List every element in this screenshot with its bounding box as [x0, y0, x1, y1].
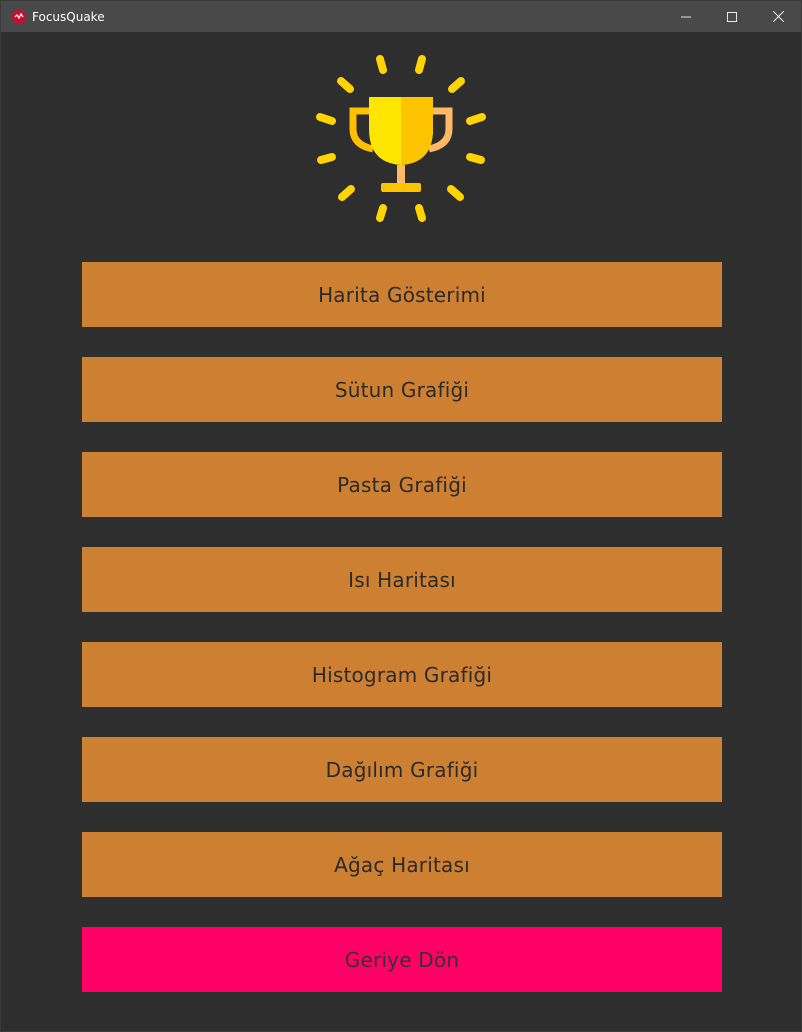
maximize-button[interactable]: [709, 1, 755, 32]
window-title: FocusQuake: [32, 9, 105, 24]
app-window: FocusQuake Harita Gösterimi Sütun Grafiğ…: [0, 0, 802, 1032]
app-icon: [12, 9, 26, 24]
trophy-icon: [316, 55, 486, 222]
map-view-button[interactable]: Harita Gösterimi: [82, 262, 722, 327]
minimize-button[interactable]: [663, 1, 709, 32]
pie-chart-button[interactable]: Pasta Grafiği: [82, 452, 722, 517]
histogram-button[interactable]: Histogram Grafiği: [82, 642, 722, 707]
heatmap-button[interactable]: Isı Haritası: [82, 547, 722, 612]
close-button[interactable]: [755, 1, 801, 32]
title-bar[interactable]: FocusQuake: [1, 1, 801, 32]
back-button[interactable]: Geriye Dön: [82, 927, 722, 992]
treemap-button[interactable]: Ağaç Haritası: [82, 832, 722, 897]
scatter-plot-button[interactable]: Dağılım Grafiği: [82, 737, 722, 802]
minimize-icon: [681, 16, 691, 17]
bar-chart-button[interactable]: Sütun Grafiği: [82, 357, 722, 422]
close-icon: [772, 11, 784, 22]
chart-menu: Harita Gösterimi Sütun Grafiği Pasta Gra…: [82, 262, 722, 1022]
maximize-icon: [727, 11, 737, 22]
